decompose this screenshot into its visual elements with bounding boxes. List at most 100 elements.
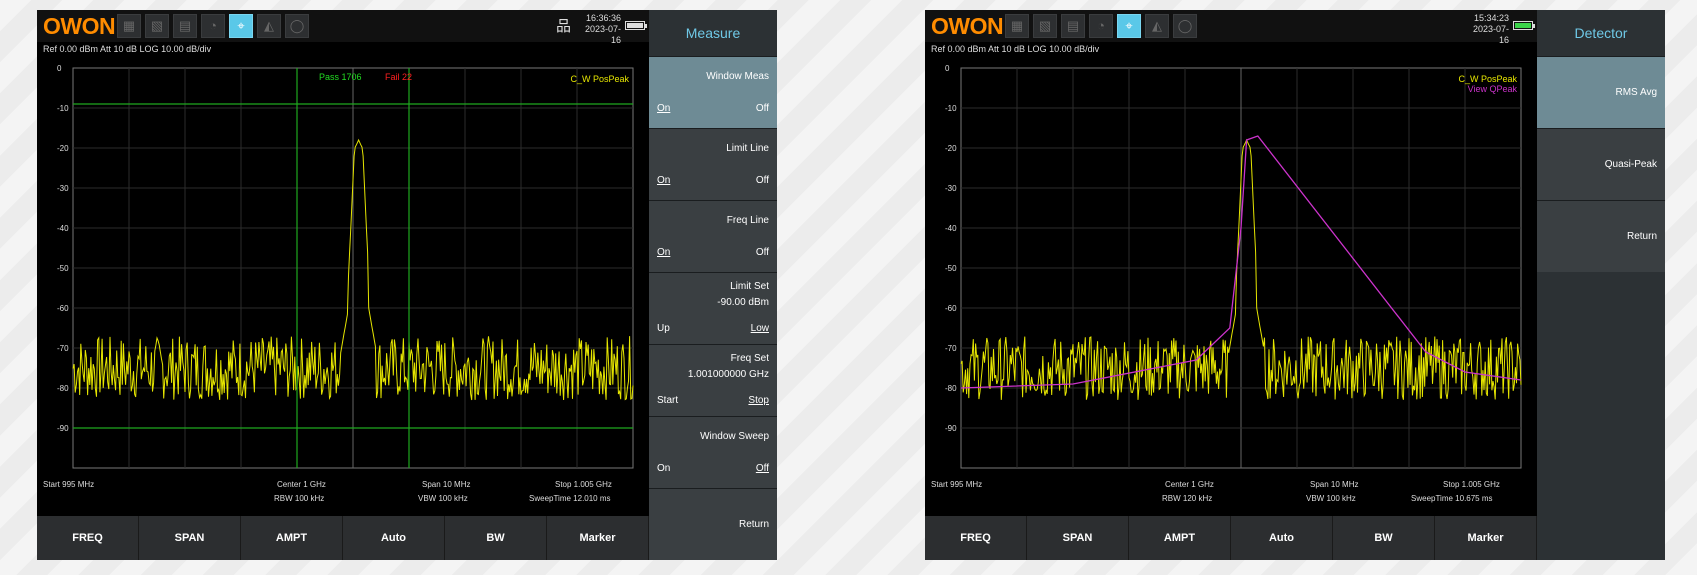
return-button[interactable]: Return: [649, 488, 777, 560]
mode-2-icon[interactable]: ▧: [145, 14, 169, 38]
limit-line-label: Limit Line: [726, 143, 769, 154]
window-meas-button[interactable]: Window Meas On Off: [649, 56, 777, 128]
top-bar: OWON ▦ ▧ ▤ ◔ ⌖ ◭ ◯ 15:34:23 2023-07-16: [925, 10, 1537, 45]
clock: 16:36:36 2023-07-16: [577, 13, 621, 46]
mode-4-icon[interactable]: ◔: [201, 14, 225, 38]
bw-button[interactable]: BW: [1333, 516, 1435, 560]
y-tick-label: -10: [57, 104, 69, 113]
freq-set-button[interactable]: Freq Set 1.001000000 GHz Start Stop: [649, 344, 777, 416]
quasi-peak-label: Quasi-Peak: [1604, 159, 1657, 170]
sweep-time: SweepTime 10.675 ms: [1411, 494, 1493, 503]
span-value: Span 10 MHz: [422, 480, 471, 489]
limit-set-label: Limit Set: [730, 281, 769, 292]
center-freq: Center 1 GHz: [1165, 480, 1214, 489]
mode-1-icon[interactable]: ▦: [1005, 14, 1029, 38]
ampt-button[interactable]: AMPT: [241, 516, 343, 560]
brand-logo: OWON: [931, 13, 1004, 39]
mode-2-icon[interactable]: ▧: [1033, 14, 1057, 38]
spectrum-svg: 0 -10 -20 -30 -40 -50 -60 -70 -80 -90 C_W PosPeak P…: [57, 64, 634, 469]
y-tick-label: -70: [945, 344, 957, 353]
window-sweep-on: On: [657, 463, 671, 474]
freq-set-start: Start: [657, 395, 679, 406]
brand-logo: OWON: [43, 13, 116, 39]
mode-icons: ▦ ▧ ▤ ◔ ⌖ ◭ ◯: [117, 14, 309, 38]
vbw-value: VBW 100 kHz: [1306, 494, 1356, 503]
limit-set-up: Up: [657, 323, 670, 334]
center-freq: Center 1 GHz: [277, 480, 326, 489]
freq-line-button[interactable]: Freq Line On Off: [649, 200, 777, 272]
mode-1-icon[interactable]: ▦: [117, 14, 141, 38]
y-tick-label: -20: [945, 144, 957, 153]
side-menu: Detector RMS Avg Quasi-Peak Return: [1537, 10, 1665, 560]
limit-line-button[interactable]: Limit Line On Off: [649, 128, 777, 200]
start-freq: Start 995 MHz: [931, 480, 983, 489]
screen-right: OWON ▦ ▧ ▤ ◔ ⌖ ◭ ◯ 15:34:23 2023-07-16 R…: [925, 10, 1537, 560]
rms-avg-button[interactable]: RMS Avg: [1537, 56, 1665, 128]
auto-button[interactable]: Auto: [343, 516, 445, 560]
return-button[interactable]: Return: [1537, 200, 1665, 272]
y-tick-label: -70: [57, 344, 69, 353]
top-bar: OWON ▦ ▧ ▤ ◔ ⌖ ◭ ◯ 品 16:36:36 2023-07-16: [37, 10, 649, 45]
spectrum-plot: 0 -10 -20 -30 -40 -50 -60 -70 -80 -90 C_W PosPeak P…: [55, 58, 645, 478]
network-icon: 品: [556, 18, 572, 35]
limit-set-low: Low: [750, 323, 769, 334]
mode-7-icon[interactable]: ◯: [1173, 14, 1197, 38]
battery-icon: [625, 21, 647, 30]
side-menu-title: Measure: [685, 25, 741, 41]
side-menu: Measure Window Meas On Off Limit Line On…: [649, 10, 777, 560]
y-tick-label: -50: [57, 264, 69, 273]
mode-3-icon[interactable]: ▤: [1061, 14, 1085, 38]
freq-set-value: 1.001000000 GHz: [687, 369, 769, 380]
mode-6-icon[interactable]: ◭: [1145, 14, 1169, 38]
clock-time: 15:34:23: [1473, 13, 1509, 23]
y-tick-label: -90: [945, 424, 957, 433]
y-tick-label: -80: [57, 384, 69, 393]
freq-button[interactable]: FREQ: [37, 516, 139, 560]
vbw-value: VBW 100 kHz: [418, 494, 468, 503]
window-meas-label: Window Meas: [706, 71, 769, 82]
mode-spectrum-icon[interactable]: ⌖: [1117, 14, 1141, 38]
y-tick-label: -60: [57, 304, 69, 313]
window-sweep-off: Off: [755, 463, 769, 474]
limit-set-button[interactable]: Limit Set -90.00 dBm Up Low: [649, 272, 777, 344]
limit-set-value: -90.00 dBm: [717, 297, 769, 308]
marker-button[interactable]: Marker: [1435, 516, 1537, 560]
ampt-button[interactable]: AMPT: [1129, 516, 1231, 560]
y-tick-label: -30: [945, 184, 957, 193]
trace-label: C_W PosPeak: [1458, 74, 1517, 84]
span-button[interactable]: SPAN: [139, 516, 241, 560]
battery-level: [1515, 23, 1531, 28]
window-sweep-button[interactable]: Window Sweep On Off: [649, 416, 777, 488]
trace-label: C_W PosPeak: [570, 74, 629, 84]
bw-button[interactable]: BW: [445, 516, 547, 560]
y-tick-label: -40: [945, 224, 957, 233]
y-tick-label: -50: [945, 264, 957, 273]
freq-set-stop: Stop: [748, 395, 769, 406]
freq-button[interactable]: FREQ: [925, 516, 1027, 560]
clock-date: 2023-07-16: [584, 24, 621, 45]
mode-6-icon[interactable]: ◭: [257, 14, 281, 38]
y-tick-label: 0: [945, 64, 950, 73]
bottom-menu: FREQ SPAN AMPT Auto BW Marker: [925, 516, 1537, 560]
mode-4-icon[interactable]: ◔: [1089, 14, 1113, 38]
freq-line-label: Freq Line: [726, 215, 769, 226]
mode-7-icon[interactable]: ◯: [285, 14, 309, 38]
stop-freq: Stop 1.005 GHz: [555, 480, 612, 489]
mode-spectrum-icon[interactable]: ⌖: [229, 14, 253, 38]
clock-time: 16:36:36: [585, 13, 621, 23]
limit-line-on: On: [657, 175, 671, 186]
freq-set-label: Freq Set: [730, 353, 769, 364]
ref-line: Ref 0.00 dBm Att 10 dB LOG 10.00 dB/div: [43, 44, 212, 54]
freq-line-off: Off: [755, 247, 769, 258]
span-button[interactable]: SPAN: [1027, 516, 1129, 560]
limit-line-off: Off: [755, 175, 769, 186]
spectrum-plot: 0 -10 -20 -30 -40 -50 -60 -70 -80 -90 C_W PosPeak V…: [943, 58, 1533, 478]
return-label: Return: [738, 519, 769, 530]
quasi-peak-button[interactable]: Quasi-Peak: [1537, 128, 1665, 200]
mode-3-icon[interactable]: ▤: [173, 14, 197, 38]
analyzer-left: OWON ▦ ▧ ▤ ◔ ⌖ ◭ ◯ 品 16:36:36 2023-07-16…: [37, 10, 777, 560]
auto-button[interactable]: Auto: [1231, 516, 1333, 560]
marker-button[interactable]: Marker: [547, 516, 649, 560]
freq-line-on: On: [657, 247, 671, 258]
window-meas-on: On: [657, 103, 671, 114]
